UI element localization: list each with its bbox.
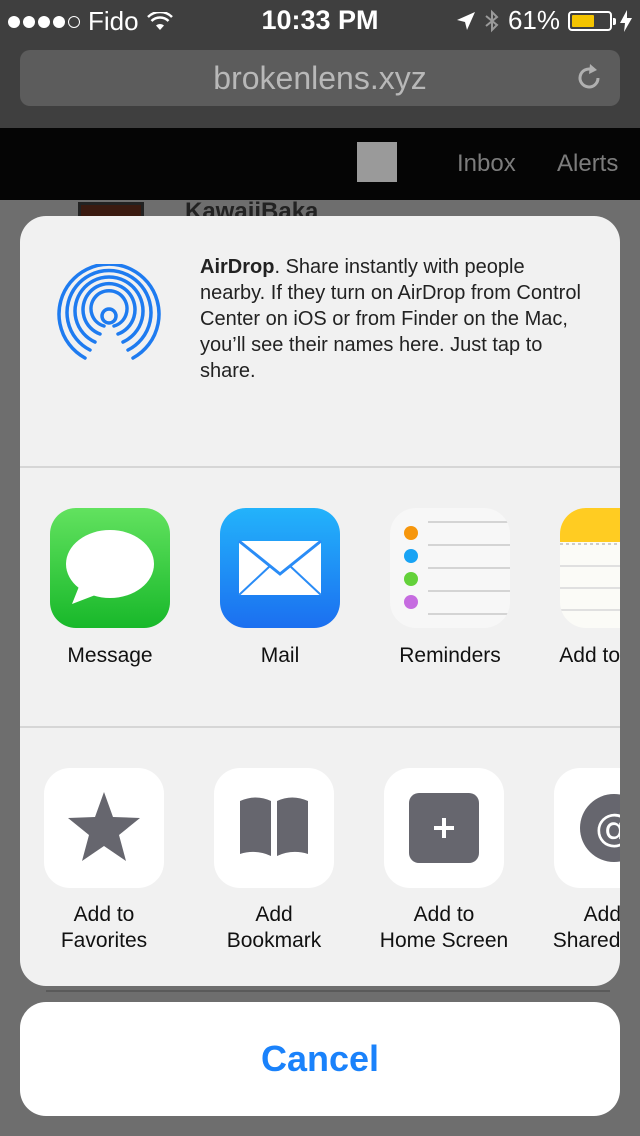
bluetooth-icon	[485, 9, 499, 32]
app-label: Reminders	[399, 644, 501, 667]
app-label: Mail	[260, 644, 300, 667]
plus-icon	[409, 793, 479, 863]
battery-percentage: 61%	[507, 5, 560, 35]
star-icon	[68, 792, 140, 861]
airdrop-description: AirDrop. Share instantly with people nea…	[200, 254, 595, 384]
action-label-line2: Bookmark	[226, 929, 322, 952]
action-tile[interactable]	[44, 768, 164, 888]
status-bar: Fido 10:33 PM 61%	[0, 0, 640, 40]
url-text: brokenlens.xyz	[213, 60, 427, 96]
action-label-line2: Home Screen	[379, 929, 509, 952]
alerts-link[interactable]: Alerts	[557, 150, 618, 178]
user-avatar[interactable]	[357, 142, 397, 182]
action-label-line1: Add to	[583, 903, 620, 926]
action-tile[interactable]: @	[554, 768, 620, 888]
action-label-line2: Shared Links	[552, 929, 620, 952]
airdrop-title: AirDrop	[200, 256, 275, 278]
airdrop-icon	[57, 264, 161, 360]
share-actions-row[interactable]: Add to Favorites Add Bookmark Add to Hom…	[20, 728, 620, 986]
airdrop-section: AirDrop. Share instantly with people nea…	[20, 216, 620, 466]
action-label-line1: Add	[255, 903, 293, 926]
content-divider	[46, 990, 610, 992]
action-label-line2: Favorites	[60, 929, 148, 952]
reminders-icon[interactable]	[390, 508, 510, 628]
charging-bolt-icon	[620, 9, 632, 32]
mail-icon[interactable]	[220, 508, 340, 628]
inbox-link[interactable]: Inbox	[457, 150, 516, 178]
share-apps-row[interactable]: Message Mail Reminders Add to	[20, 468, 620, 726]
browser-toolbar: brokenlens.xyz	[0, 40, 640, 128]
status-right: 61%	[456, 5, 632, 36]
action-tile[interactable]	[214, 768, 334, 888]
share-sheet: AirDrop. Share instantly with people nea…	[20, 216, 620, 986]
app-label: Message	[67, 644, 153, 667]
reload-icon[interactable]	[574, 63, 604, 93]
book-icon	[240, 797, 308, 856]
app-label: Add to Notes	[559, 644, 620, 667]
site-navbar: Inbox Alerts	[0, 128, 640, 200]
action-tile[interactable]	[384, 768, 504, 888]
at-icon: @	[580, 794, 620, 862]
svg-text:@: @	[595, 806, 620, 850]
notes-icon[interactable]	[560, 508, 620, 628]
action-label-line1: Add to	[73, 903, 135, 926]
address-bar[interactable]: brokenlens.xyz	[20, 50, 620, 106]
cancel-button[interactable]: Cancel	[20, 1002, 620, 1116]
battery-icon	[568, 10, 616, 31]
location-arrow-icon	[456, 11, 475, 30]
action-label-line1: Add to	[413, 903, 475, 926]
message-icon[interactable]	[50, 508, 170, 628]
battery-level	[572, 14, 594, 27]
